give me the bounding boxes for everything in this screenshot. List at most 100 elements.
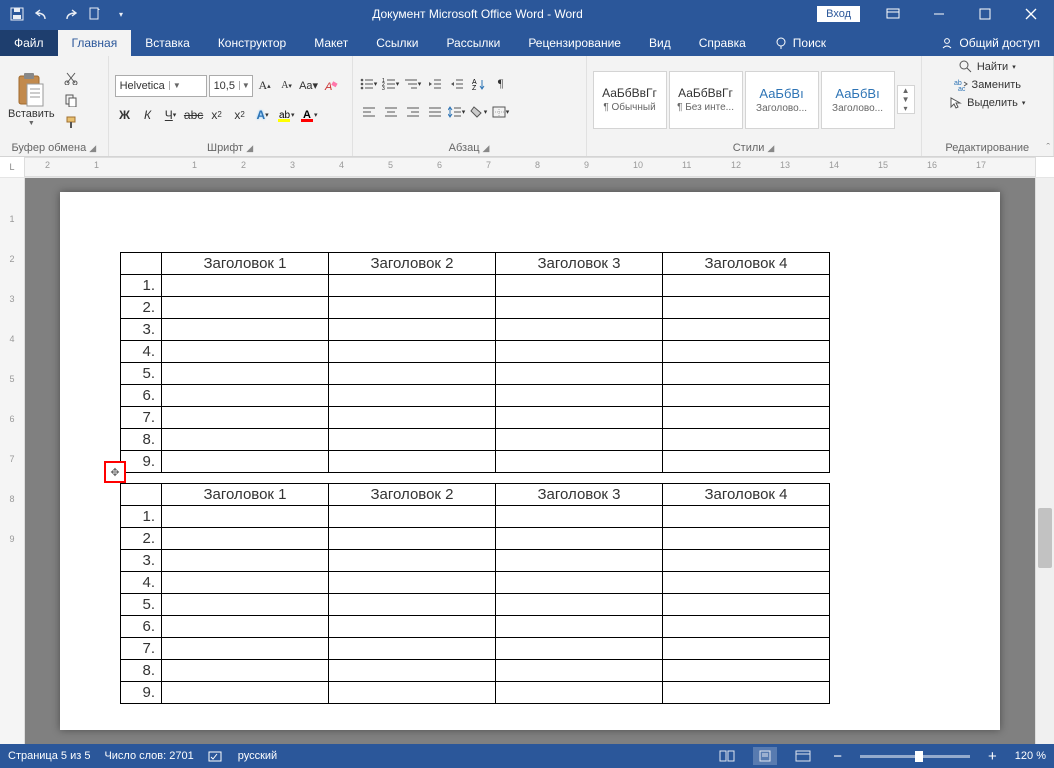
increase-indent-icon[interactable]	[447, 74, 467, 94]
line-spacing-icon[interactable]: ▾	[447, 102, 467, 122]
tab-design[interactable]: Конструктор	[204, 30, 300, 56]
status-words[interactable]: Число слов: 2701	[104, 750, 193, 762]
shrink-font-icon[interactable]: A▾	[277, 76, 297, 96]
table-row-num[interactable]: 9.	[121, 682, 162, 704]
subscript-icon[interactable]: x2	[207, 105, 227, 125]
share-button[interactable]: Общий доступ	[926, 30, 1054, 56]
font-launcher-icon[interactable]: ◢	[246, 143, 253, 154]
italic-button[interactable]: К	[138, 105, 158, 125]
view-web-icon[interactable]	[791, 747, 815, 765]
view-print-icon[interactable]	[753, 747, 777, 765]
table-row-num[interactable]: 7.	[121, 407, 162, 429]
align-right-icon[interactable]	[403, 102, 423, 122]
font-name-combo[interactable]: Helvetica▼	[115, 75, 207, 97]
superscript-icon[interactable]: x2	[230, 105, 250, 125]
collapse-ribbon-icon[interactable]: ˆ	[1046, 142, 1050, 154]
table-row-num[interactable]: 5.	[121, 363, 162, 385]
table-row-num[interactable]: 7.	[121, 638, 162, 660]
zoom-out-icon[interactable]: −	[829, 748, 846, 765]
minimize-icon[interactable]	[916, 0, 962, 28]
tab-file[interactable]: Файл	[0, 30, 58, 56]
table-header[interactable]: Заголовок 3	[496, 484, 663, 506]
login-button[interactable]: Вход	[817, 6, 860, 22]
close-icon[interactable]	[1008, 0, 1054, 28]
table-header[interactable]: Заголовок 1	[162, 484, 329, 506]
view-read-icon[interactable]	[715, 747, 739, 765]
table-row-num[interactable]: 3.	[121, 550, 162, 572]
find-button[interactable]: Найти▾	[957, 59, 1018, 75]
numbering-icon[interactable]: 123▾	[381, 74, 401, 94]
vertical-scrollbar[interactable]	[1035, 178, 1054, 744]
borders-icon[interactable]: ▾	[491, 102, 511, 122]
text-effects-icon[interactable]: A▾	[253, 105, 273, 125]
table-row-num[interactable]: 6.	[121, 616, 162, 638]
justify-icon[interactable]	[425, 102, 445, 122]
tab-insert[interactable]: Вставка	[131, 30, 204, 56]
status-language[interactable]: русский	[238, 750, 277, 762]
styles-launcher-icon[interactable]: ◢	[767, 143, 774, 154]
save-icon[interactable]	[6, 3, 28, 25]
decrease-indent-icon[interactable]	[425, 74, 445, 94]
table-header[interactable]: Заголовок 2	[329, 484, 496, 506]
zoom-slider[interactable]	[860, 755, 970, 758]
font-color-icon[interactable]: A▾	[299, 105, 319, 125]
scrollbar-thumb[interactable]	[1038, 508, 1052, 568]
align-center-icon[interactable]	[381, 102, 401, 122]
table-row-num[interactable]: 1.	[121, 275, 162, 297]
replace-button[interactable]: abacЗаменить	[952, 77, 1023, 93]
grow-font-icon[interactable]: A▴	[255, 76, 275, 96]
tab-review[interactable]: Рецензирование	[514, 30, 635, 56]
page[interactable]: Заголовок 1Заголовок 2Заголовок 3Заголов…	[60, 192, 1000, 730]
table-row-num[interactable]: 2.	[121, 528, 162, 550]
format-painter-icon[interactable]	[61, 112, 81, 132]
tab-mailings[interactable]: Рассылки	[432, 30, 514, 56]
styles-gallery-arrows[interactable]: ▲▼▾	[897, 85, 915, 114]
table-row-num[interactable]: 4.	[121, 572, 162, 594]
multilevel-icon[interactable]: ▾	[403, 74, 423, 94]
clear-format-icon[interactable]: A	[321, 76, 341, 96]
shading-icon[interactable]: ▾	[469, 102, 489, 122]
clipboard-launcher-icon[interactable]: ◢	[89, 143, 96, 154]
style-heading1[interactable]: АаБбВıЗаголово...	[745, 71, 819, 129]
table-row-num[interactable]: 4.	[121, 341, 162, 363]
table-header[interactable]: Заголовок 4	[663, 253, 830, 275]
table-header[interactable]: Заголовок 3	[496, 253, 663, 275]
table-1[interactable]: Заголовок 1Заголовок 2Заголовок 3Заголов…	[120, 252, 830, 473]
spellcheck-icon[interactable]	[208, 749, 224, 763]
table-2[interactable]: Заголовок 1Заголовок 2Заголовок 3Заголов…	[120, 483, 830, 704]
ribbon-display-icon[interactable]	[870, 0, 916, 28]
align-left-icon[interactable]	[359, 102, 379, 122]
tab-home[interactable]: Главная	[58, 30, 132, 56]
maximize-icon[interactable]	[962, 0, 1008, 28]
paragraph-launcher-icon[interactable]: ◢	[483, 143, 490, 154]
zoom-in-icon[interactable]: +	[984, 748, 1001, 765]
bullets-icon[interactable]: ▾	[359, 74, 379, 94]
highlight-icon[interactable]: ab▾	[276, 105, 296, 125]
style-no-spacing[interactable]: АаБбВвГг¶ Без инте...	[669, 71, 743, 129]
tab-help[interactable]: Справка	[685, 30, 760, 56]
qat-customize-icon[interactable]: ▾	[110, 3, 132, 25]
table-row-num[interactable]: 8.	[121, 660, 162, 682]
strike-icon[interactable]: abc	[184, 105, 204, 125]
tell-me-search[interactable]: Поиск	[760, 30, 840, 56]
paste-button[interactable]: Вставить ▼	[6, 70, 57, 129]
vertical-ruler[interactable]: 123456789	[0, 178, 25, 744]
font-size-combo[interactable]: 10,5▼	[209, 75, 253, 97]
table-row-num[interactable]: 2.	[121, 297, 162, 319]
cut-icon[interactable]	[61, 68, 81, 88]
table-header[interactable]: Заголовок 1	[162, 253, 329, 275]
show-marks-icon[interactable]: ¶	[491, 74, 511, 94]
table-row-num[interactable]: 8.	[121, 429, 162, 451]
tab-references[interactable]: Ссылки	[362, 30, 432, 56]
redo-icon[interactable]	[58, 3, 80, 25]
copy-icon[interactable]	[61, 90, 81, 110]
underline-button[interactable]: Ч▾	[161, 105, 181, 125]
table-header[interactable]: Заголовок 2	[329, 253, 496, 275]
table-row-num[interactable]: 1.	[121, 506, 162, 528]
sort-icon[interactable]: AZ	[469, 74, 489, 94]
change-case-icon[interactable]: Aa▾	[299, 76, 319, 96]
tab-view[interactable]: Вид	[635, 30, 685, 56]
table-header[interactable]: Заголовок 4	[663, 484, 830, 506]
horizontal-ruler[interactable]: 211234567891011121314151617	[24, 157, 1036, 177]
page-scroll[interactable]: Заголовок 1Заголовок 2Заголовок 3Заголов…	[25, 178, 1035, 744]
